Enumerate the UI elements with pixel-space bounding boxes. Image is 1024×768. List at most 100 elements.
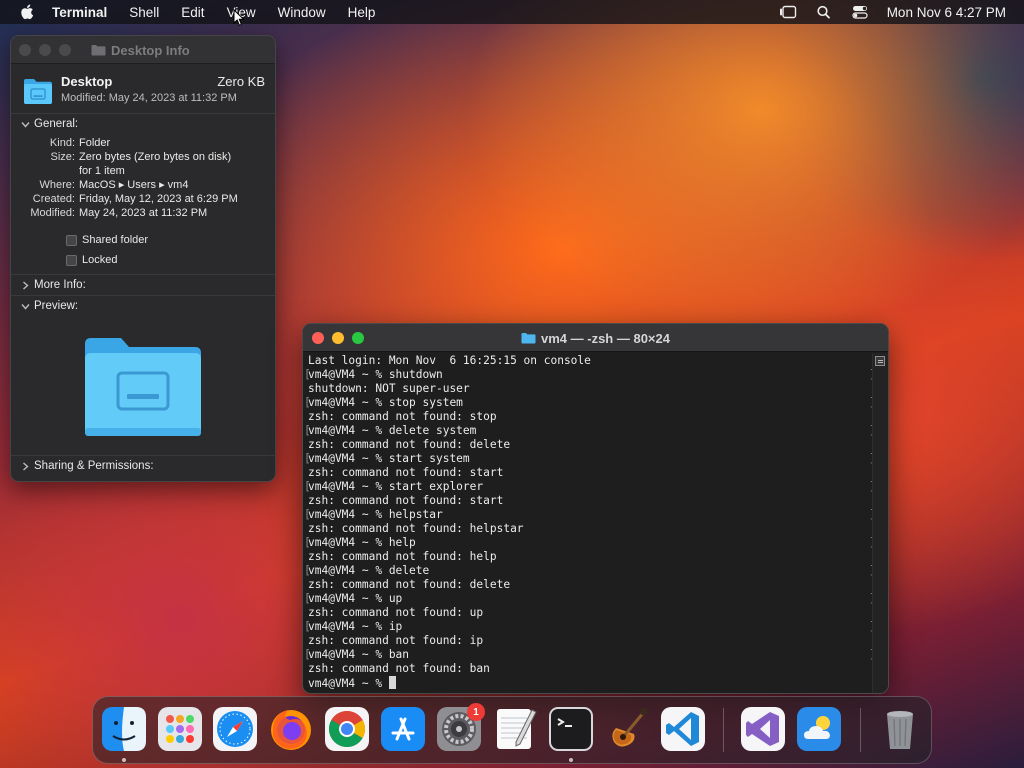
where-value: MacOS ▸ Users ▸ vm4 [79, 179, 189, 191]
more-info-section: More Info: [11, 275, 275, 296]
spotlight-search-icon[interactable] [815, 5, 833, 19]
scroll-split-icon[interactable] [875, 356, 885, 366]
terminal-output[interactable]: Last login: Mon Nov 6 16:25:15 on consol… [303, 353, 876, 693]
shared-folder-label: Shared folder [82, 234, 149, 246]
prompt-mark-left: [ [304, 424, 311, 437]
stage-manager-icon[interactable] [779, 5, 797, 19]
terminal-prompt-line[interactable]: vm4@VM4 ~ % [308, 676, 871, 690]
terminal-line-text: zsh: command not found: ip [308, 634, 484, 647]
more-info-toggle[interactable]: More Info: [11, 275, 275, 295]
size-label-continued [11, 164, 79, 178]
chrome-icon[interactable] [324, 706, 370, 752]
sharing-heading: Sharing & Permissions: [34, 460, 154, 472]
menu-bar: Terminal Shell Edit View Window Help Mon… [0, 0, 1024, 24]
terminal-line: zsh: command not found: ip [308, 634, 871, 648]
menu-shell[interactable]: Shell [129, 5, 159, 20]
zoom-button[interactable] [352, 331, 364, 344]
launchpad-icon[interactable] [157, 706, 203, 752]
prompt-mark-left: [ [304, 508, 311, 521]
menu-window[interactable]: Window [278, 5, 326, 20]
terminal-line: zsh: command not found: ban [308, 662, 871, 676]
trash-icon[interactable] [877, 706, 923, 752]
terminal-line-text: shutdown: NOT super-user [308, 382, 470, 395]
menu-app-name[interactable]: Terminal [52, 5, 107, 20]
preview-toggle[interactable]: Preview: [11, 296, 275, 316]
terminal-line-text: vm4@VM4 ~ % start explorer [308, 480, 484, 493]
shared-folder-row[interactable]: Shared folder [11, 230, 275, 250]
size-row-continued: for 1 item [11, 164, 275, 178]
size-value-continued: for 1 item [79, 165, 125, 177]
firefox-icon[interactable] [268, 706, 314, 752]
preview-section: Preview: [11, 296, 275, 456]
finder-icon[interactable] [101, 706, 147, 752]
terminal-line: shutdown: NOT super-user [308, 382, 871, 396]
prompt-mark-left: [ [304, 480, 311, 493]
terminal-line: zsh: command not found: help [308, 550, 871, 564]
close-button[interactable] [19, 43, 31, 56]
garageband-icon[interactable] [604, 706, 650, 752]
text-cursor [388, 676, 396, 689]
terminal-line-text: vm4@VM4 ~ % delete system [308, 424, 477, 437]
vscode-icon[interactable] [660, 706, 706, 752]
terminal-scrollbar[interactable] [872, 353, 888, 693]
menu-clock[interactable]: Mon Nov 6 4:27 PM [887, 5, 1006, 20]
close-button[interactable] [312, 331, 324, 344]
apple-icon[interactable] [20, 4, 34, 20]
chevron-right-icon [23, 461, 29, 471]
visual-studio-icon[interactable] [740, 706, 786, 752]
zoom-button[interactable] [59, 43, 71, 56]
terminal-line: [vm4@VM4 ~ % ban] [304, 648, 876, 662]
terminal-line: zsh: command not found: start [308, 494, 871, 508]
terminal-line-text: vm4@VM4 ~ % delete [308, 564, 430, 577]
more-info-heading: More Info: [34, 279, 86, 291]
terminal-line-text: vm4@VM4 ~ % shutdown [308, 368, 443, 381]
terminal-title-bar[interactable]: vm4 — -zsh — 80×24 [303, 324, 888, 352]
prompt-mark-left: [ [304, 564, 311, 577]
info-header: Desktop Modified: May 24, 2023 at 11:32 … [11, 64, 275, 114]
terminal-line: zsh: command not found: start [308, 466, 871, 480]
control-center-icon[interactable] [851, 5, 869, 19]
terminal-line-text: vm4@VM4 ~ % start system [308, 452, 470, 465]
item-modified: Modified: May 24, 2023 at 11:32 PM [61, 91, 237, 104]
terminal-line: [vm4@VM4 ~ % delete] [304, 564, 876, 578]
size-row: Size: Zero bytes (Zero bytes on disk) [11, 150, 275, 164]
textedit-icon[interactable] [492, 706, 538, 752]
info-title-bar[interactable]: Desktop Info [11, 36, 275, 64]
menu-help[interactable]: Help [348, 5, 376, 20]
terminal-icon[interactable] [548, 706, 594, 752]
safari-icon[interactable] [212, 706, 258, 752]
terminal-line: [vm4@VM4 ~ % help] [304, 536, 876, 550]
terminal-line: zsh: command not found: delete [308, 438, 871, 452]
general-toggle[interactable]: General: [11, 114, 275, 134]
terminal-line: [vm4@VM4 ~ % ip] [304, 620, 876, 634]
terminal-line-text: vm4@VM4 ~ % helpstar [308, 508, 443, 521]
terminal-line: [vm4@VM4 ~ % start explorer] [304, 480, 876, 494]
terminal-line-text: zsh: command not found: delete [308, 438, 511, 451]
sharing-section: Sharing & Permissions: [11, 456, 275, 476]
terminal-line: zsh: command not found: helpstar [308, 522, 871, 536]
general-details: Kind: Folder Size: Zero bytes (Zero byte… [11, 134, 275, 274]
minimize-button[interactable] [332, 331, 344, 344]
terminal-line: zsh: command not found: delete [308, 578, 871, 592]
prompt-mark-left: [ [304, 368, 311, 381]
locked-checkbox[interactable] [66, 254, 77, 266]
prompt-mark-left: [ [304, 620, 311, 633]
terminal-line-text: zsh: command not found: start [308, 494, 504, 507]
modified-row: Modified: May 24, 2023 at 11:32 PM [11, 206, 275, 220]
folder-icon [521, 333, 536, 344]
sharing-toggle[interactable]: Sharing & Permissions: [11, 456, 275, 476]
menu-edit[interactable]: Edit [181, 5, 204, 20]
terminal-line-text: zsh: command not found: up [308, 606, 484, 619]
shared-folder-checkbox[interactable] [66, 234, 77, 246]
terminal-line: Last login: Mon Nov 6 16:25:15 on consol… [308, 354, 871, 368]
dock-separator [723, 708, 724, 752]
terminal-line-text: vm4@VM4 ~ % up [308, 592, 403, 605]
weather-icon[interactable] [796, 706, 842, 752]
locked-row[interactable]: Locked [11, 250, 275, 270]
terminal-line: [vm4@VM4 ~ % shutdown] [304, 368, 876, 382]
preview-heading: Preview: [34, 300, 79, 312]
prompt-mark-left: [ [304, 592, 311, 605]
app-store-icon[interactable] [380, 706, 426, 752]
minimize-button[interactable] [39, 43, 51, 56]
kind-row: Kind: Folder [11, 136, 275, 150]
